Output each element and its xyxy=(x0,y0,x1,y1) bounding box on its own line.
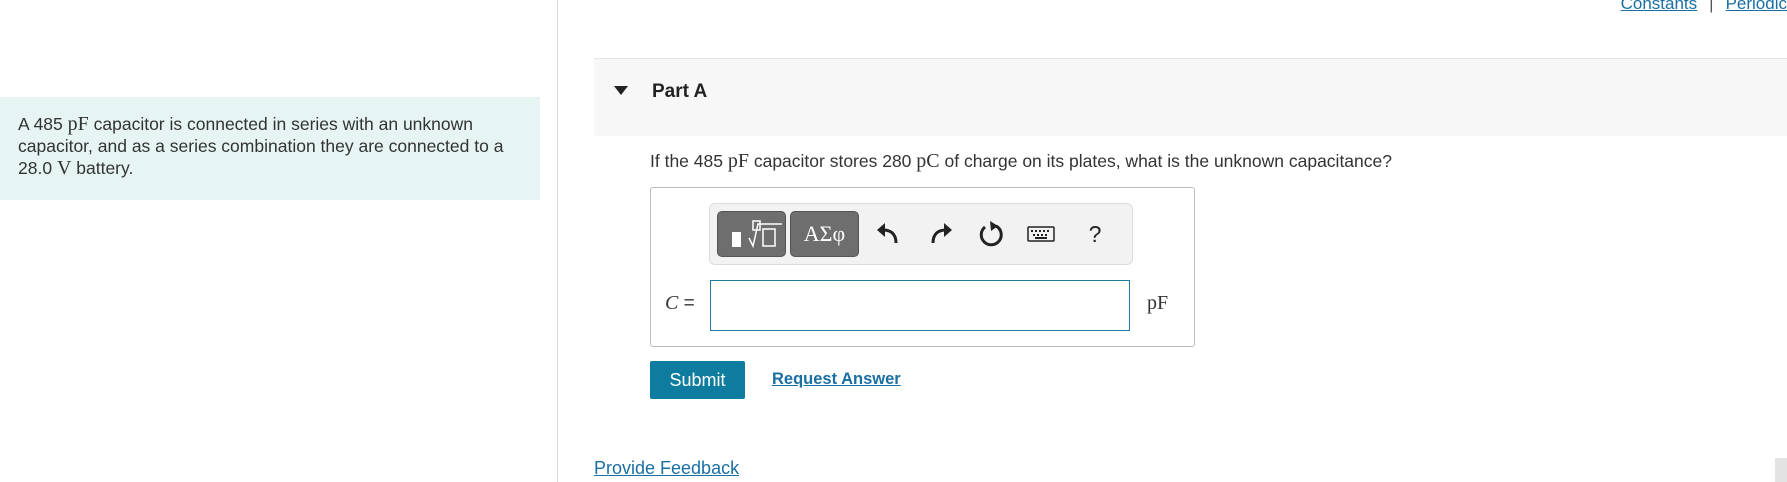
provide-feedback-link[interactable]: Provide Feedback xyxy=(594,458,739,479)
help-icon[interactable]: ? xyxy=(1080,219,1110,249)
variable-label: C = xyxy=(665,292,695,315)
problem-text-suffix: battery. xyxy=(71,158,134,178)
scrollbar-corner[interactable] xyxy=(1775,458,1787,482)
redo-icon[interactable] xyxy=(925,219,955,249)
question-prefix: If the 485 xyxy=(650,151,728,171)
undo-icon[interactable] xyxy=(874,219,904,249)
question-unit-pf: pF xyxy=(727,150,749,172)
question-mid: capacitor stores 280 xyxy=(748,151,917,171)
problem-unit-v: V xyxy=(56,157,72,179)
question-text: If the 485 pF capacitor stores 280 pC of… xyxy=(650,150,1392,173)
answer-box: ΑΣφ ? C = pF xyxy=(650,187,1195,347)
request-answer-link[interactable]: Request Answer xyxy=(772,370,901,389)
math-toolbar: ΑΣφ ? xyxy=(709,203,1133,265)
top-links: Constants | Periodic xyxy=(1621,0,1787,14)
answer-input[interactable] xyxy=(710,280,1130,331)
submit-button[interactable]: Submit xyxy=(650,361,745,399)
templates-icon xyxy=(732,220,782,249)
part-title: Part A xyxy=(652,81,708,102)
equals-sign: = xyxy=(678,293,695,314)
reset-icon[interactable] xyxy=(976,219,1006,249)
part-a-header[interactable]: Part A xyxy=(594,58,1787,136)
problem-pane: A 485 pF capacitor is connected in serie… xyxy=(0,0,558,482)
problem-text-prefix: A 485 xyxy=(18,114,68,134)
pane-divider[interactable] xyxy=(557,0,558,482)
caret-down-icon[interactable] xyxy=(614,86,628,95)
greek-symbols-button[interactable]: ΑΣφ xyxy=(790,211,859,257)
question-unit-pc: pC xyxy=(916,150,940,172)
question-suffix: of charge on its plates, what is the unk… xyxy=(939,151,1392,171)
periodic-table-link[interactable]: Periodic xyxy=(1726,0,1787,13)
templates-button[interactable] xyxy=(717,211,786,257)
problem-statement: A 485 pF capacitor is connected in serie… xyxy=(0,97,540,200)
constants-link[interactable]: Constants xyxy=(1621,0,1698,13)
keyboard-icon[interactable] xyxy=(1026,219,1056,249)
variable-symbol: C xyxy=(665,292,679,314)
link-separator: | xyxy=(1709,0,1714,13)
problem-unit-pf: pF xyxy=(67,113,89,135)
unit-label: pF xyxy=(1147,292,1169,314)
